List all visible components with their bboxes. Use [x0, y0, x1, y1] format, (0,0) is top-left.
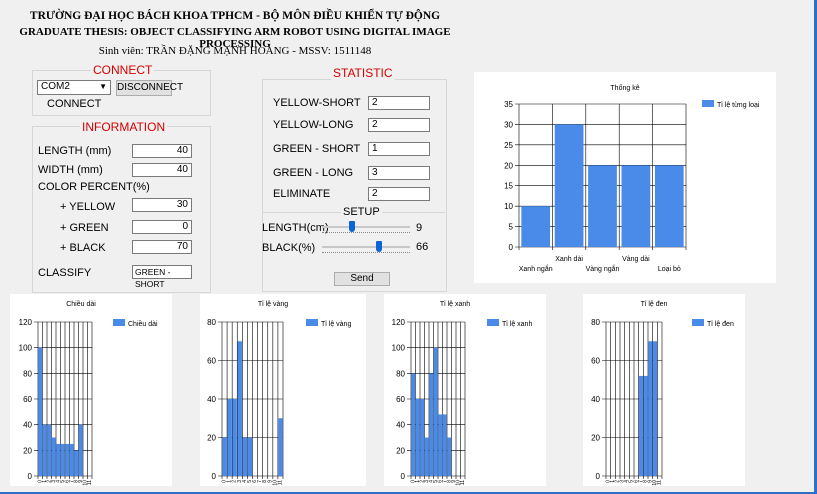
green-field[interactable]: 0 — [132, 220, 192, 234]
black-chart-panel — [583, 294, 745, 486]
yellow-chart-panel — [200, 294, 366, 486]
length-slider-thumb[interactable] — [349, 221, 356, 232]
connection-status: CONNECT — [47, 98, 102, 110]
classify-field[interactable]: GREEN - SHORT — [132, 265, 192, 289]
chevron-down-icon: ▼ — [99, 82, 107, 91]
length-label: LENGTH (mm) — [38, 145, 112, 157]
black-field[interactable]: 70 — [132, 240, 192, 254]
setup-length-label: LENGTH(cm) — [262, 222, 329, 234]
header-university: TRƯỜNG ĐẠI HỌC BÁCH KHOA TPHCM - BỘ MÔN … — [29, 10, 441, 22]
header-student: Sinh viên: TRẦN ĐẶNG MẠNH HOÀNG - MSSV: … — [98, 45, 372, 57]
port-select[interactable]: COM2 ▼ — [37, 80, 111, 95]
statistic-row-label: YELLOW-SHORT — [273, 97, 361, 109]
setup-black-value: 66 — [416, 241, 429, 253]
statistic-row-value[interactable]: 1 — [368, 142, 430, 156]
black-slider[interactable] — [322, 240, 410, 256]
setup-length-value: 9 — [416, 222, 423, 234]
length-chart-panel — [10, 294, 172, 486]
width-field[interactable]: 40 — [132, 163, 192, 177]
statistic-title: STATISTIC — [331, 66, 395, 80]
stats-chart-panel — [474, 72, 776, 283]
connect-title: CONNECT — [91, 63, 155, 77]
statistic-row-label: YELLOW-LONG — [273, 119, 354, 131]
width-label: WIDTH (mm) — [38, 164, 103, 176]
statistic-row-value[interactable]: 2 — [368, 96, 430, 110]
statistic-row-label: ELIMINATE — [273, 188, 331, 200]
black-slider-thumb[interactable] — [376, 241, 383, 252]
color-percent-label: COLOR PERCENT(%) — [38, 181, 150, 193]
length-slider[interactable] — [322, 220, 410, 236]
green-chart-panel — [384, 294, 546, 486]
disconnect-button[interactable]: DISCONNECT — [116, 80, 183, 96]
green-label: + GREEN — [60, 222, 109, 234]
length-slider-ticks — [322, 232, 410, 235]
black-slider-ticks — [322, 252, 410, 255]
yellow-label: + YELLOW — [60, 201, 116, 213]
black-slider-track — [322, 246, 410, 248]
classify-label: CLASSIFY — [38, 267, 92, 279]
statistic-row-label: GREEN - LONG — [273, 167, 354, 179]
statistic-row-value[interactable]: 2 — [368, 187, 430, 201]
yellow-field[interactable]: 30 — [132, 198, 192, 212]
statistic-row-value[interactable]: 2 — [368, 118, 430, 132]
statistic-row-value[interactable]: 3 — [368, 166, 430, 180]
setup-black-label: BLACK(%) — [262, 242, 316, 254]
setup-title: SETUP — [341, 206, 382, 218]
length-field[interactable]: 40 — [132, 144, 192, 158]
information-title: INFORMATION — [80, 120, 168, 134]
statistic-row-label: GREEN - SHORT — [273, 143, 361, 155]
port-value: COM2 — [41, 81, 70, 92]
black-label: + BLACK — [60, 242, 106, 254]
length-slider-track — [322, 226, 410, 228]
send-button[interactable]: Send — [334, 272, 390, 286]
